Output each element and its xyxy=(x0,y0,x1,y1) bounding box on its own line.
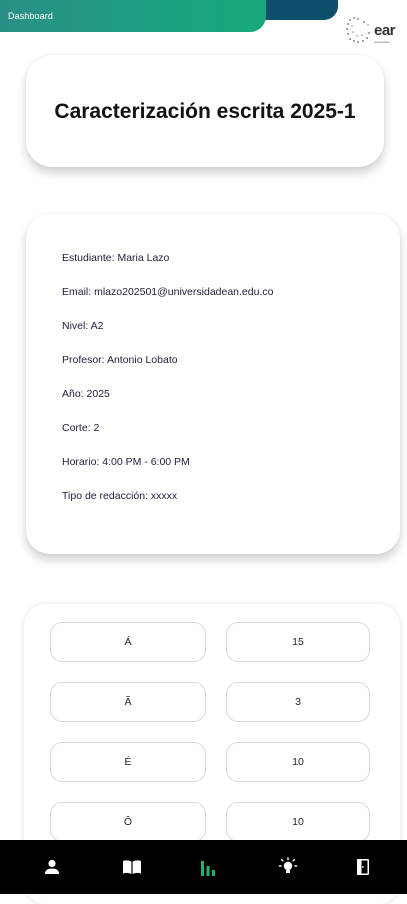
info-year: Año: 2025 xyxy=(62,388,110,400)
bottom-nav xyxy=(0,840,407,894)
book-open-icon xyxy=(123,860,141,874)
stat-character: Ô xyxy=(50,802,206,842)
student-info-list: Estudiante: Maria Lazo Email: mlazo20250… xyxy=(62,252,273,524)
stat-row: Ô 10 xyxy=(50,802,370,842)
info-student: Estudiante: Maria Lazo xyxy=(62,252,170,264)
nav-statistics[interactable] xyxy=(188,840,228,894)
logo-wordmark: ear xyxy=(374,22,396,39)
header-bar: Dashboard xyxy=(0,0,266,32)
person-icon xyxy=(45,859,59,874)
stat-row: É 10 xyxy=(50,742,370,782)
lightbulb-icon xyxy=(278,857,298,873)
info-level: Nivel: A2 xyxy=(62,320,104,332)
nav-profile[interactable] xyxy=(32,840,72,894)
student-info-card: Estudiante: Maria Lazo Email: mlazo20250… xyxy=(26,214,400,554)
stat-character: Ã xyxy=(50,682,206,722)
stat-count: 15 xyxy=(226,622,370,662)
logout-door-icon xyxy=(357,859,369,875)
stat-row: Á 15 xyxy=(50,622,370,662)
stat-row: Ã 3 xyxy=(50,682,370,722)
bar-chart-icon xyxy=(201,861,215,876)
logo-subtext: universidad xyxy=(374,40,390,44)
info-schedule: Horario: 4:00 PM - 6:00 PM xyxy=(62,456,190,468)
stat-character: É xyxy=(50,742,206,782)
page-title: Caracterización escrita 2025-1 xyxy=(54,99,356,123)
nav-courses[interactable] xyxy=(112,840,152,894)
info-teacher: Profesor: Antonio Lobato xyxy=(62,354,178,366)
header-title: Dashboard xyxy=(8,11,53,21)
info-email: Email: mlazo202501@universidadean.edu.co xyxy=(62,286,274,298)
stat-character: Á xyxy=(50,622,206,662)
logo-dots-icon xyxy=(346,17,370,43)
university-logo: ear universidad xyxy=(344,14,407,50)
info-term: Corte: 2 xyxy=(62,422,100,434)
nav-tips[interactable] xyxy=(268,840,308,894)
stat-count: 3 xyxy=(226,682,370,722)
nav-logout[interactable] xyxy=(343,840,383,894)
stat-count: 10 xyxy=(226,802,370,842)
info-writing-type: Tipo de redacción: xxxxx xyxy=(62,490,178,502)
stat-count: 10 xyxy=(226,742,370,782)
title-card: Caracterización escrita 2025-1 xyxy=(26,55,384,167)
